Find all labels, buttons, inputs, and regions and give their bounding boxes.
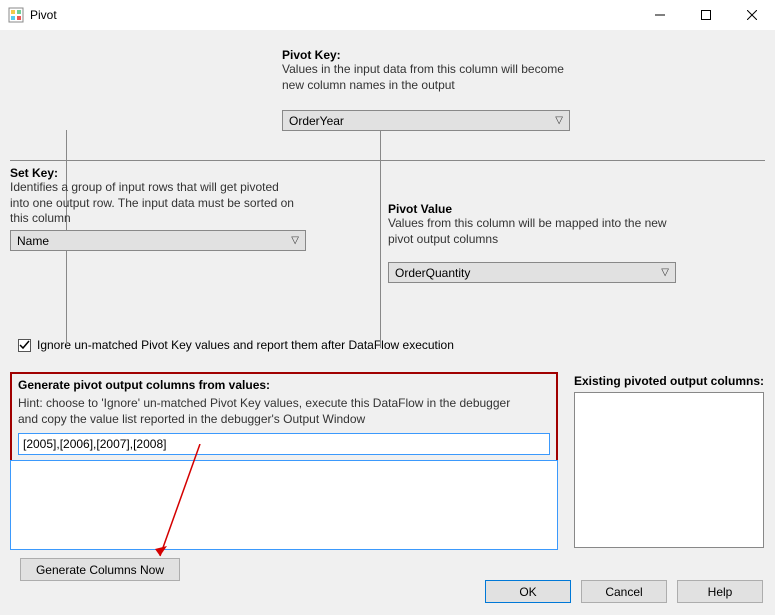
ignore-unmatched-checkbox[interactable] xyxy=(18,339,31,352)
minimize-button[interactable] xyxy=(637,0,683,30)
help-button[interactable]: Help xyxy=(677,580,763,603)
generate-hint: Hint: choose to 'Ignore' un-matched Pivo… xyxy=(18,396,550,427)
chevron-down-icon: ▽ xyxy=(661,267,669,278)
config-grid: Pivot Key: Values in the input data from… xyxy=(10,30,765,320)
pivot-key-desc: Values in the input data from this colum… xyxy=(282,62,564,93)
set-key-value: Name xyxy=(17,234,49,248)
pivot-value-dropdown[interactable]: OrderQuantity ▽ xyxy=(388,262,676,283)
maximize-button[interactable] xyxy=(683,0,729,30)
chevron-down-icon: ▽ xyxy=(555,115,563,126)
pivot-key-value: OrderYear xyxy=(289,114,344,128)
existing-columns-list[interactable] xyxy=(574,392,764,548)
app-icon xyxy=(8,7,24,23)
pivot-value-desc: Values from this column will be mapped i… xyxy=(388,216,708,247)
pivot-key-heading: Pivot Key: xyxy=(282,48,564,62)
ignore-unmatched-label: Ignore un-matched Pivot Key values and r… xyxy=(37,338,454,352)
set-key-heading: Set Key: xyxy=(10,166,320,180)
existing-columns-heading: Existing pivoted output columns: xyxy=(574,374,764,388)
generate-output-textarea[interactable] xyxy=(10,460,558,550)
pivot-key-dropdown[interactable]: OrderYear ▽ xyxy=(282,110,570,131)
set-key-desc: Identifies a group of input rows that wi… xyxy=(10,180,320,227)
ok-button[interactable]: OK xyxy=(485,580,571,603)
titlebar: Pivot xyxy=(0,0,775,30)
pivot-value-heading: Pivot Value xyxy=(388,202,708,216)
window-title: Pivot xyxy=(30,8,57,22)
set-key-dropdown[interactable]: Name ▽ xyxy=(10,230,306,251)
generate-heading: Generate pivot output columns from value… xyxy=(18,378,550,392)
chevron-down-icon: ▽ xyxy=(291,235,299,246)
generate-columns-button[interactable]: Generate Columns Now xyxy=(20,558,180,581)
generate-panel: Generate pivot output columns from value… xyxy=(10,372,558,463)
generate-values-input[interactable]: [2005],[2006],[2007],[2008] xyxy=(18,433,550,455)
pivot-value-value: OrderQuantity xyxy=(395,266,470,280)
check-icon xyxy=(19,340,30,351)
dialog-buttons: OK Cancel Help xyxy=(485,580,763,603)
close-button[interactable] xyxy=(729,0,775,30)
generate-values-text: [2005],[2006],[2007],[2008] xyxy=(23,437,166,451)
cancel-button[interactable]: Cancel xyxy=(581,580,667,603)
